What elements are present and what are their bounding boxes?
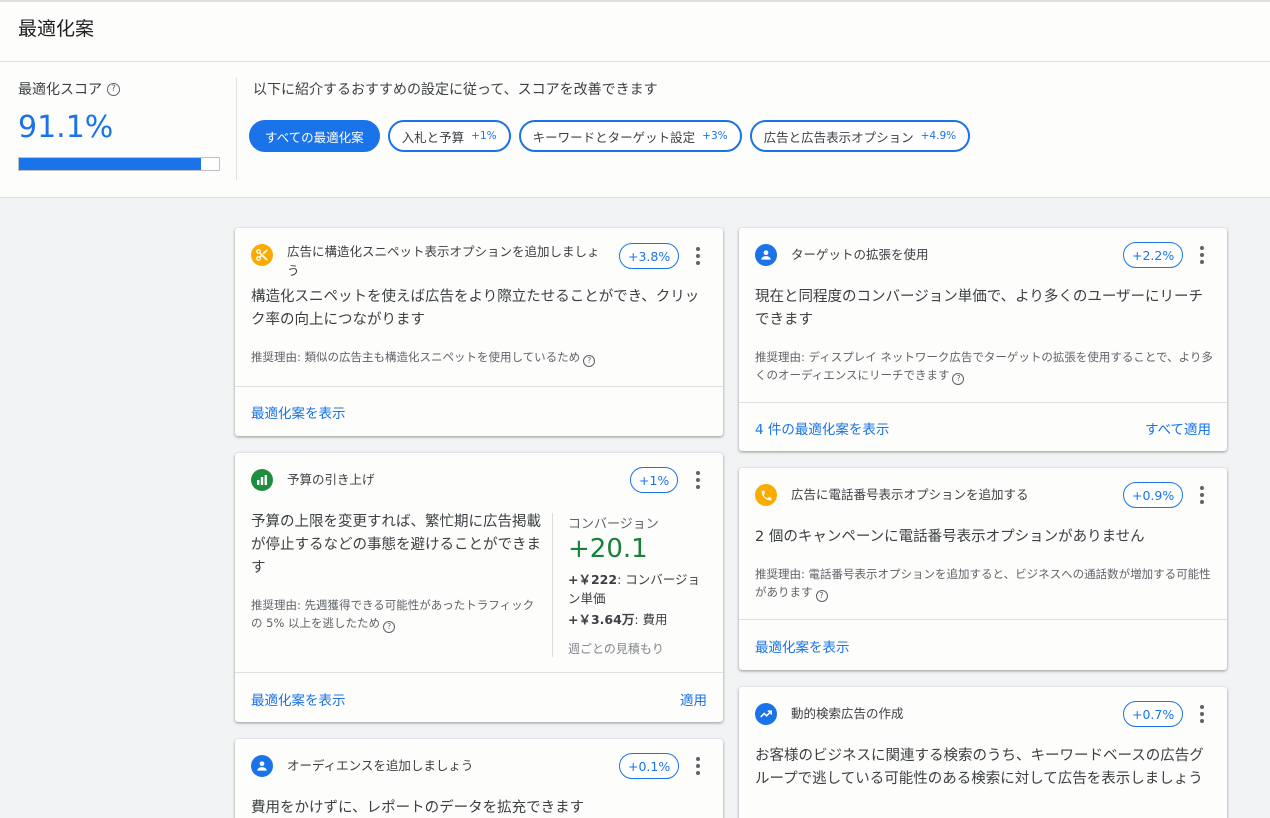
conversions-value: +20.1 [568,534,648,564]
card-title: オーディエンスを追加しましょう [287,758,474,773]
score-label: 最適化スコア ? [18,79,120,99]
header-divider [0,61,1270,62]
chip-keywords-targeting[interactable]: キーワードとターゲット設定 +3% [518,120,742,152]
card-description: お客様のビジネスに関連する検索のうち、キーワードベースの広告グループで逃している… [755,748,1204,787]
chip-delta: +4.9% [920,130,957,142]
score-progress-bar [18,157,220,171]
card-raise-budget: 予算の引き上げ +1% 予算の上限を変更すれば、繁忙期に広告掲載が停止するなどの… [235,453,723,722]
card-title: ターゲットの拡張を使用 [791,247,929,262]
metrics-divider [552,513,553,657]
cost-metric: +￥3.64万: 費用 [568,610,668,629]
score-uplift-badge: +0.7% [1123,701,1184,727]
card-title: 広告に構造化スニペット表示オプションを追加しましょう [287,244,600,278]
category-chips: すべての最適化案 入札と予算 +1% キーワードとターゲット設定 +3% 広告と広告… [249,120,971,152]
intro-text: 以下に紹介するおすすめの設定に従って、スコアを改善できます [253,82,658,98]
chip-delta: +1% [471,130,497,142]
help-icon[interactable]: ? [383,621,396,633]
chip-label: 入札と予算 [401,129,465,145]
more-options-icon[interactable] [1192,242,1212,268]
person-icon [755,244,777,266]
chip-label: キーワードとターゲット設定 [532,129,696,145]
card-structured-snippet: 広告に構造化スニペット表示オプションを追加しましょう +3.8% 構造化スニペッ… [235,228,723,436]
person-icon [251,755,273,777]
card-reason: 推奨理由: 類似の広告主も構造化スニペットを使用しているため? [251,348,711,367]
bar-chart-icon [251,469,273,491]
cpa-value: +￥222 [568,572,618,587]
cost-label: : 費用 [634,612,668,627]
card-reason: 推奨理由: 先週獲得できる可能性があったトラフィックの 5% 以上を逃したため? [251,596,541,633]
view-recommendation-link[interactable]: 最適化案を表示 [251,402,346,422]
help-icon[interactable]: ? [952,373,965,385]
help-icon[interactable]: ? [583,355,596,367]
phone-icon [755,484,777,506]
more-options-icon[interactable] [688,243,708,269]
help-icon[interactable]: ? [815,590,828,602]
card-description: 構造化スニペットを使えば広告をより際立たせることができ、クリック率の向上につなが… [251,289,700,328]
more-options-icon[interactable] [688,467,708,493]
view-recommendations-link[interactable]: 4 件の最適化案を表示 [755,418,889,438]
page-title: 最適化案 [18,18,95,40]
card-divider [235,672,723,673]
header-vertical-divider [236,78,237,180]
card-add-audience: オーディエンスを追加しましょう +0.1% 費用をかけずに、レポートのデータを拡… [235,739,723,818]
card-title: 予算の引き上げ [287,472,375,487]
card-reason: 推奨理由: ディスプレイ ネットワーク広告でターゲットの拡張を使用することで、よ… [755,348,1213,385]
card-title: 広告に電話番号表示オプションを追加する [791,487,1029,502]
more-options-icon[interactable] [1192,482,1212,508]
chip-bidding-budget[interactable]: 入札と予算 +1% [387,120,511,152]
view-recommendation-link[interactable]: 最適化案を表示 [755,636,850,656]
card-divider [739,619,1227,620]
card-description: 予算の上限を変更すれば、繁忙期に広告掲載が停止するなどの事態を避けることができま… [251,514,541,576]
more-options-icon[interactable] [688,753,708,779]
score-uplift-badge: +2.2% [1123,242,1184,268]
reason-text: 推奨理由: 類似の広告主も構造化スニペットを使用しているため [251,350,581,364]
card-reason: 推奨理由: 電話番号表示オプションを追加すると、ビジネスへの通話数が増加する可能… [755,565,1213,602]
score-label-text: 最適化スコア [18,82,102,98]
score-uplift-badge: +3.8% [619,243,680,269]
header: 最適化案 最適化スコア ? 91.1% 以下に紹介するおすすめの設定に従って、ス… [0,0,1270,198]
chip-label: 広告と広告表示オプション [763,129,914,145]
card-divider [235,386,723,387]
weekly-estimate-note: 週ごとの見積もり [568,642,664,656]
card-title: 動的検索広告の作成 [791,706,904,721]
cost-value: +￥3.64万 [568,612,635,627]
apply-button[interactable]: 適用 [680,689,707,709]
score-value: 91.1% [18,110,114,145]
card-description: 現在と同程度のコンバージョン単価で、より多くのユーザーにリーチできます [755,289,1204,328]
score-uplift-badge: +0.9% [1123,482,1184,508]
reason-text: 推奨理由: ディスプレイ ネットワーク広告でターゲットの拡張を使用することで、よ… [755,350,1213,382]
trending-up-icon [755,703,777,725]
score-uplift-badge: +1% [630,467,679,493]
card-targeting-expansion: ターゲットの拡張を使用 +2.2% 現在と同程度のコンバージョン単価で、より多く… [739,228,1227,451]
card-description: 2 個のキャンペーンに電話番号表示オプションがありません [755,529,1145,545]
cpa-metric: +￥222: コンバージョン単価 [568,570,708,608]
card-divider [739,402,1227,403]
card-dynamic-search-ads: 動的検索広告の作成 +0.7% お客様のビジネスに関連する検索のうち、キーワード… [739,687,1227,818]
top-border [0,0,1270,2]
chip-label: すべての最適化案 [265,129,364,145]
score-progress-fill [19,158,202,170]
view-recommendation-link[interactable]: 最適化案を表示 [251,689,346,709]
scissors-icon [251,244,273,266]
more-options-icon[interactable] [1192,701,1212,727]
apply-all-button[interactable]: すべて適用 [1145,418,1211,438]
card-call-extension: 広告に電話番号表示オプションを追加する +0.9% 2 個のキャンペーンに電話番… [739,468,1227,670]
chip-delta: +3% [702,130,728,142]
chip-all[interactable]: すべての最適化案 [249,120,380,152]
card-description: 費用をかけずに、レポートのデータを拡充できます [251,800,585,816]
conversions-label: コンバージョン [568,517,659,532]
score-uplift-badge: +0.1% [619,753,680,779]
help-icon[interactable]: ? [107,82,120,96]
chip-ads-extensions[interactable]: 広告と広告表示オプション +4.9% [749,120,971,152]
